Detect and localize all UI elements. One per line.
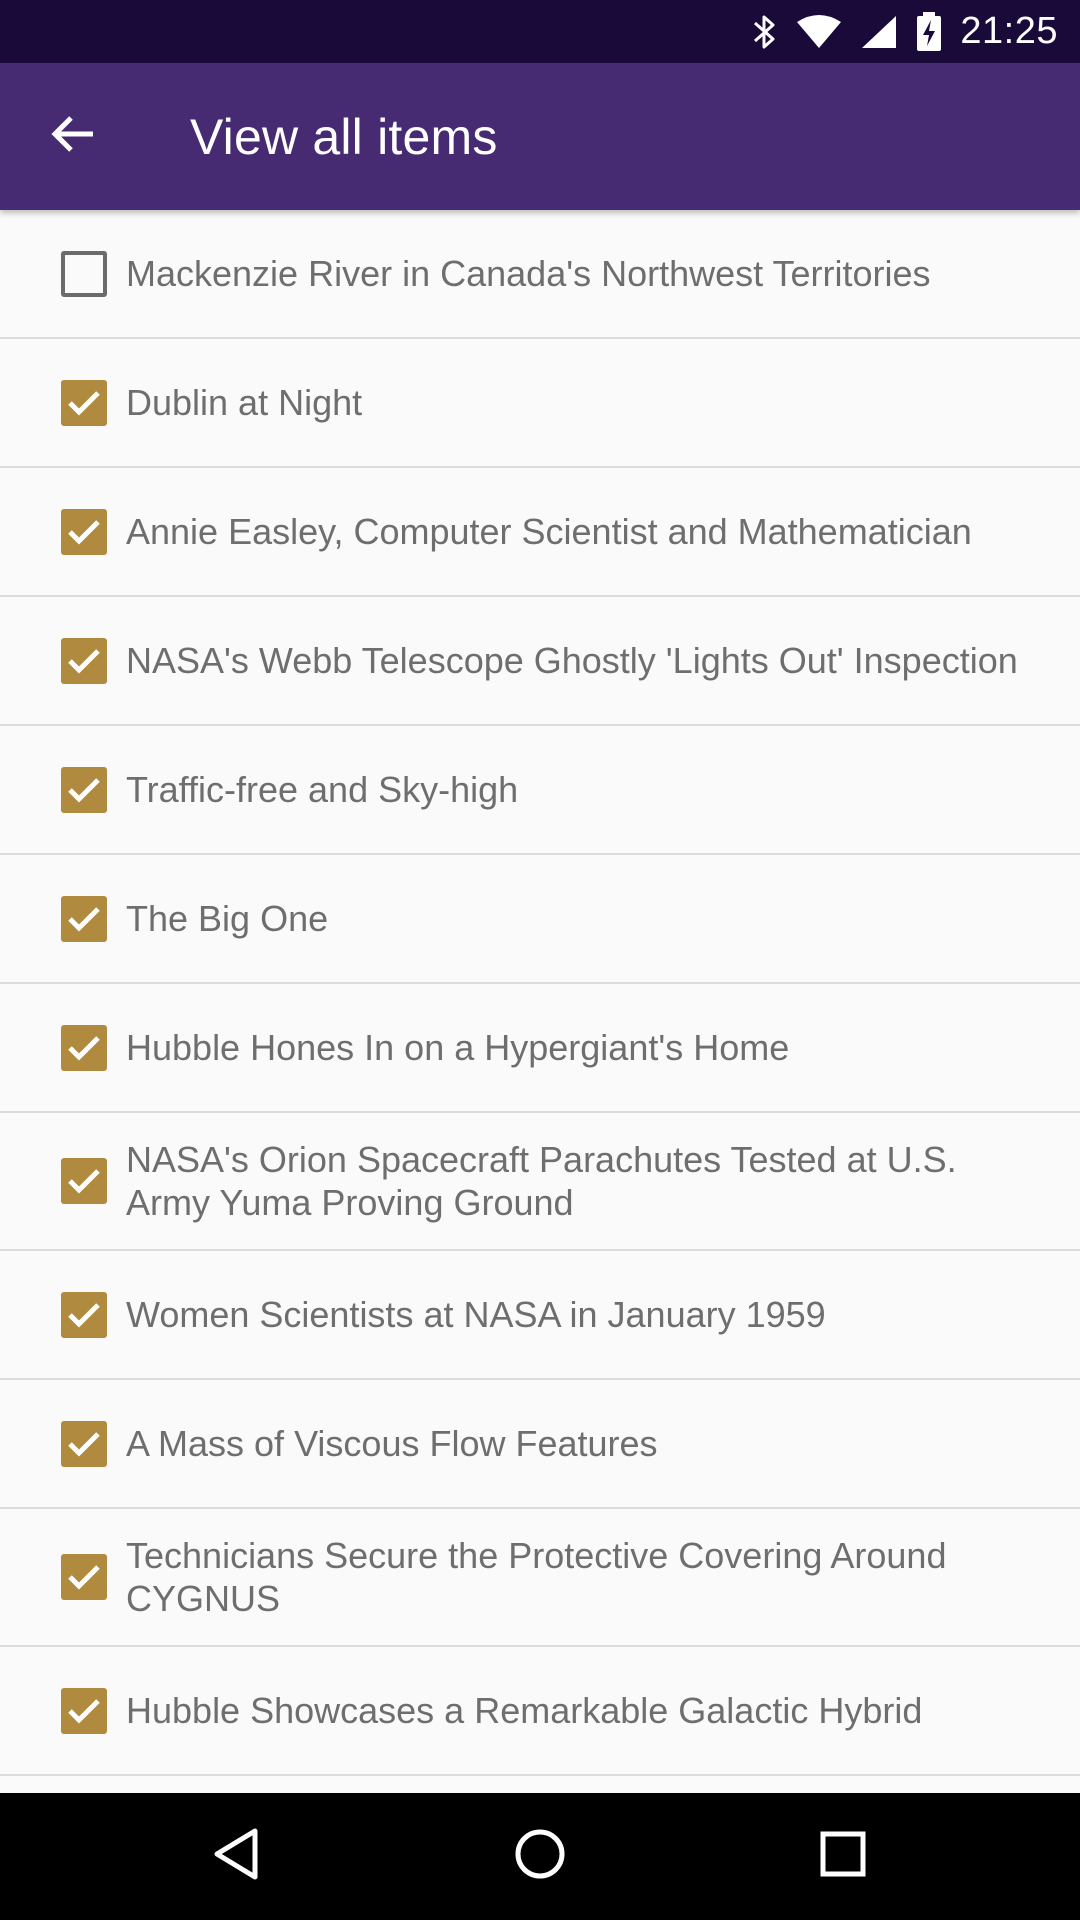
list-item-label: A Mass of Viscous Flow Features [126,1423,658,1464]
navigation-bar [0,1793,1080,1920]
check-icon [68,1035,100,1061]
list-item[interactable]: NASA's Webb Telescope Ghostly 'Lights Ou… [0,597,1080,726]
list-item-label: Hubble Hones In on a Hypergiant's Home [126,1027,790,1068]
checkbox-checked[interactable] [61,1158,107,1204]
list-item-label: Annie Easley, Computer Scientist and Mat… [126,511,972,552]
list-item[interactable]: Dublin at Night [0,339,1080,468]
checkbox-checked[interactable] [61,1420,107,1467]
arrow-back-icon [51,114,95,159]
check-icon [68,1698,100,1724]
checkbox-checked[interactable] [61,379,107,426]
list-item[interactable]: A Mass of Viscous Flow Features [0,1380,1080,1509]
list-item-label: NASA's Webb Telescope Ghostly 'Lights Ou… [126,640,1018,681]
check-icon [68,777,100,803]
list-item-label: Women Scientists at NASA in January 1959 [126,1294,826,1335]
checkbox-checked[interactable] [61,1687,107,1734]
nav-back-button[interactable] [156,1793,316,1920]
list-item[interactable]: The Big One [0,855,1080,984]
checkbox-checked[interactable] [61,895,107,942]
check-icon [68,519,100,545]
check-icon [68,1565,100,1590]
page-title: View all items [190,108,498,165]
status-time: 21:25 [960,10,1058,52]
list-item[interactable]: Hubble Showcases a Remarkable Galactic H… [0,1647,1080,1776]
checkbox-checked[interactable] [61,766,107,813]
list-item-label: Mackenzie River in Canada's Northwest Te… [126,253,931,294]
status-bar: 21:25 [0,0,1080,63]
signal-icon [860,14,898,50]
list-item-label: Hubble Showcases a Remarkable Galactic H… [126,1690,923,1731]
battery-charging-icon [916,11,942,52]
check-icon [68,1302,100,1328]
home-circle-icon [514,1828,566,1885]
checkbox-unchecked[interactable] [61,250,107,297]
list-item-label: Dublin at Night [126,382,363,423]
back-triangle-icon [211,1827,261,1886]
list-item[interactable]: Annie Easley, Computer Scientist and Mat… [0,468,1080,597]
list-item[interactable]: Mackenzie River in Canada's Northwest Te… [0,210,1080,339]
list-item[interactable]: Technicians Secure the Protective Coveri… [0,1509,1080,1647]
app-bar: View all items [0,63,1080,210]
checkbox-checked[interactable] [61,1554,107,1600]
items-list: Mackenzie River in Canada's Northwest Te… [0,210,1080,1793]
list-item[interactable]: Women Scientists at NASA in January 1959 [0,1251,1080,1380]
check-icon [68,1431,100,1457]
list-item[interactable]: NASA's Orion Spacecraft Parachutes Teste… [0,1113,1080,1251]
check-icon [68,648,100,674]
check-icon [68,906,100,932]
list-item-label: Traffic-free and Sky-high [126,769,519,810]
wifi-icon [796,14,842,50]
recents-square-icon [820,1831,866,1882]
list-item-label: The Big One [126,898,329,939]
list-item[interactable]: Hubble Hones In on a Hypergiant's Home [0,984,1080,1113]
list-item-label: Technicians Secure the Protective Coveri… [126,1535,947,1619]
check-icon [68,390,100,416]
nav-home-button[interactable] [460,1793,620,1920]
nav-recents-button[interactable] [763,1793,923,1920]
checkbox-checked[interactable] [61,637,107,684]
list-item-label: NASA's Orion Spacecraft Parachutes Teste… [126,1139,957,1223]
checkbox-checked[interactable] [61,508,107,555]
check-icon [68,1169,100,1194]
checkbox-checked[interactable] [61,1024,107,1071]
list-item[interactable]: Traffic-free and Sky-high [0,726,1080,855]
bluetooth-icon [752,13,778,51]
back-button[interactable] [0,63,148,210]
checkbox-checked[interactable] [61,1291,107,1338]
